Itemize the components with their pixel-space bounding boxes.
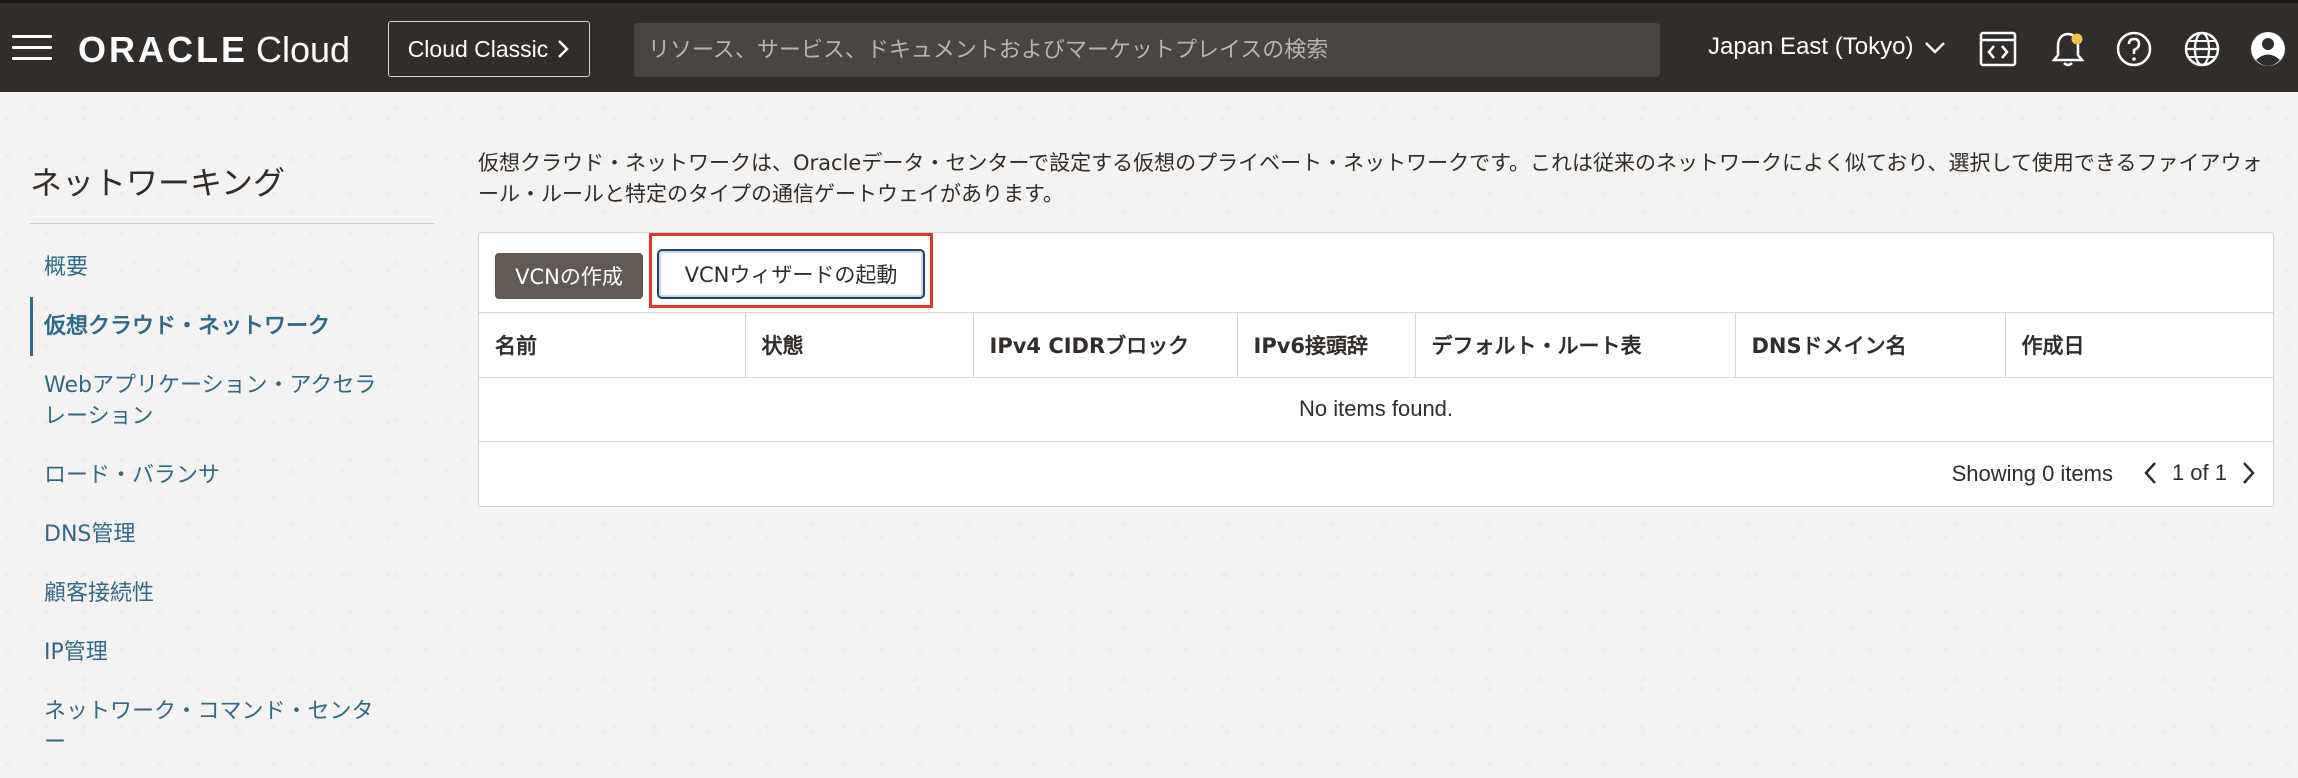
oracle-cloud-logo[interactable]: ORACLE Cloud bbox=[78, 29, 350, 71]
chevron-right-icon bbox=[558, 40, 570, 58]
column-header-name[interactable]: 名前 bbox=[479, 313, 746, 378]
pagination: 1 of 1 bbox=[2138, 458, 2261, 488]
region-selector[interactable]: Japan East (Tokyo) bbox=[1708, 33, 1947, 61]
vcn-list-panel: VCNの作成 VCNウィザードの起動 名前 状態 IPv4 CIDRブロック I… bbox=[478, 232, 2274, 507]
top-navigation-bar: ORACLECloud Cloud Classic Japan East (To… bbox=[0, 0, 2298, 92]
sidebar-item-overview[interactable]: 概要 bbox=[30, 238, 434, 297]
hamburger-menu-icon[interactable] bbox=[12, 35, 52, 63]
logo-brand: ORACLE bbox=[78, 29, 248, 70]
column-header-state[interactable]: 状態 bbox=[745, 313, 974, 378]
sidebar-item-web-app-acceleration[interactable]: Webアプリケーション・アクセラレーション bbox=[30, 356, 390, 446]
sidebar-item-network-command-center[interactable]: ネットワーク・コマンド・センター bbox=[30, 682, 390, 772]
page-indicator: 1 of 1 bbox=[2171, 459, 2227, 485]
sidebar-item-load-balancers[interactable]: ロード・バランサ bbox=[30, 446, 434, 505]
create-vcn-button[interactable]: VCNの作成 bbox=[495, 253, 643, 299]
main-content: 仮想クラウド・ネットワークは、Oracleデータ・センターで設定する仮想のプライ… bbox=[478, 148, 2274, 507]
previous-page-icon[interactable] bbox=[2138, 458, 2162, 488]
column-header-ipv4-cidr[interactable]: IPv4 CIDRブロック bbox=[973, 313, 1238, 378]
column-header-created[interactable]: 作成日 bbox=[2005, 313, 2273, 378]
table-header-row: 名前 状態 IPv4 CIDRブロック IPv6接頭辞 デフォルト・ルート表 D… bbox=[479, 313, 2273, 378]
action-toolbar: VCNの作成 VCNウィザードの起動 bbox=[479, 233, 2273, 313]
item-count: Showing 0 items bbox=[1951, 460, 2113, 486]
empty-message: No items found. bbox=[479, 377, 2273, 442]
sidebar-item-ip-management[interactable]: IP管理 bbox=[30, 623, 434, 682]
notifications-bell-icon[interactable] bbox=[2048, 29, 2088, 69]
region-label: Japan East (Tokyo) bbox=[1708, 33, 1914, 60]
language-globe-icon[interactable] bbox=[2182, 29, 2222, 69]
column-header-default-route-table[interactable]: デフォルト・ルート表 bbox=[1415, 313, 1736, 378]
table-footer: Showing 0 items 1 of 1 bbox=[479, 442, 2273, 506]
sidebar-item-virtual-cloud-networks[interactable]: 仮想クラウド・ネットワーク bbox=[30, 297, 434, 356]
next-page-icon[interactable] bbox=[2237, 458, 2261, 488]
help-icon[interactable] bbox=[2114, 29, 2154, 69]
logo-product: Cloud bbox=[256, 29, 351, 70]
sidebar-nav: 概要 仮想クラウド・ネットワーク Webアプリケーション・アクセラレーション ロ… bbox=[30, 238, 434, 772]
user-profile-icon[interactable] bbox=[2248, 29, 2288, 69]
networking-sidebar: ネットワーキング 概要 仮想クラウド・ネットワーク Webアプリケーション・アク… bbox=[30, 150, 434, 772]
vcn-description: 仮想クラウド・ネットワークは、Oracleデータ・センターで設定する仮想のプライ… bbox=[478, 151, 2263, 206]
start-vcn-wizard-button[interactable]: VCNウィザードの起動 bbox=[657, 249, 925, 299]
sidebar-title: ネットワーキング bbox=[30, 150, 434, 224]
search-input[interactable] bbox=[634, 23, 1660, 77]
vcn-table: 名前 状態 IPv4 CIDRブロック IPv6接頭辞 デフォルト・ルート表 D… bbox=[479, 313, 2273, 442]
chevron-down-icon bbox=[1925, 42, 1946, 54]
column-header-ipv6-prefix[interactable]: IPv6接頭辞 bbox=[1237, 313, 1416, 378]
cloud-classic-button[interactable]: Cloud Classic bbox=[388, 21, 590, 77]
developer-tools-icon[interactable] bbox=[1978, 29, 2018, 69]
column-header-dns-domain[interactable]: DNSドメイン名 bbox=[1735, 313, 2006, 378]
table-row: No items found. bbox=[479, 377, 2273, 442]
sidebar-item-dns-management[interactable]: DNS管理 bbox=[30, 505, 434, 564]
cloud-classic-label: Cloud Classic bbox=[407, 35, 549, 62]
sidebar-item-customer-connectivity[interactable]: 顧客接続性 bbox=[30, 564, 434, 623]
